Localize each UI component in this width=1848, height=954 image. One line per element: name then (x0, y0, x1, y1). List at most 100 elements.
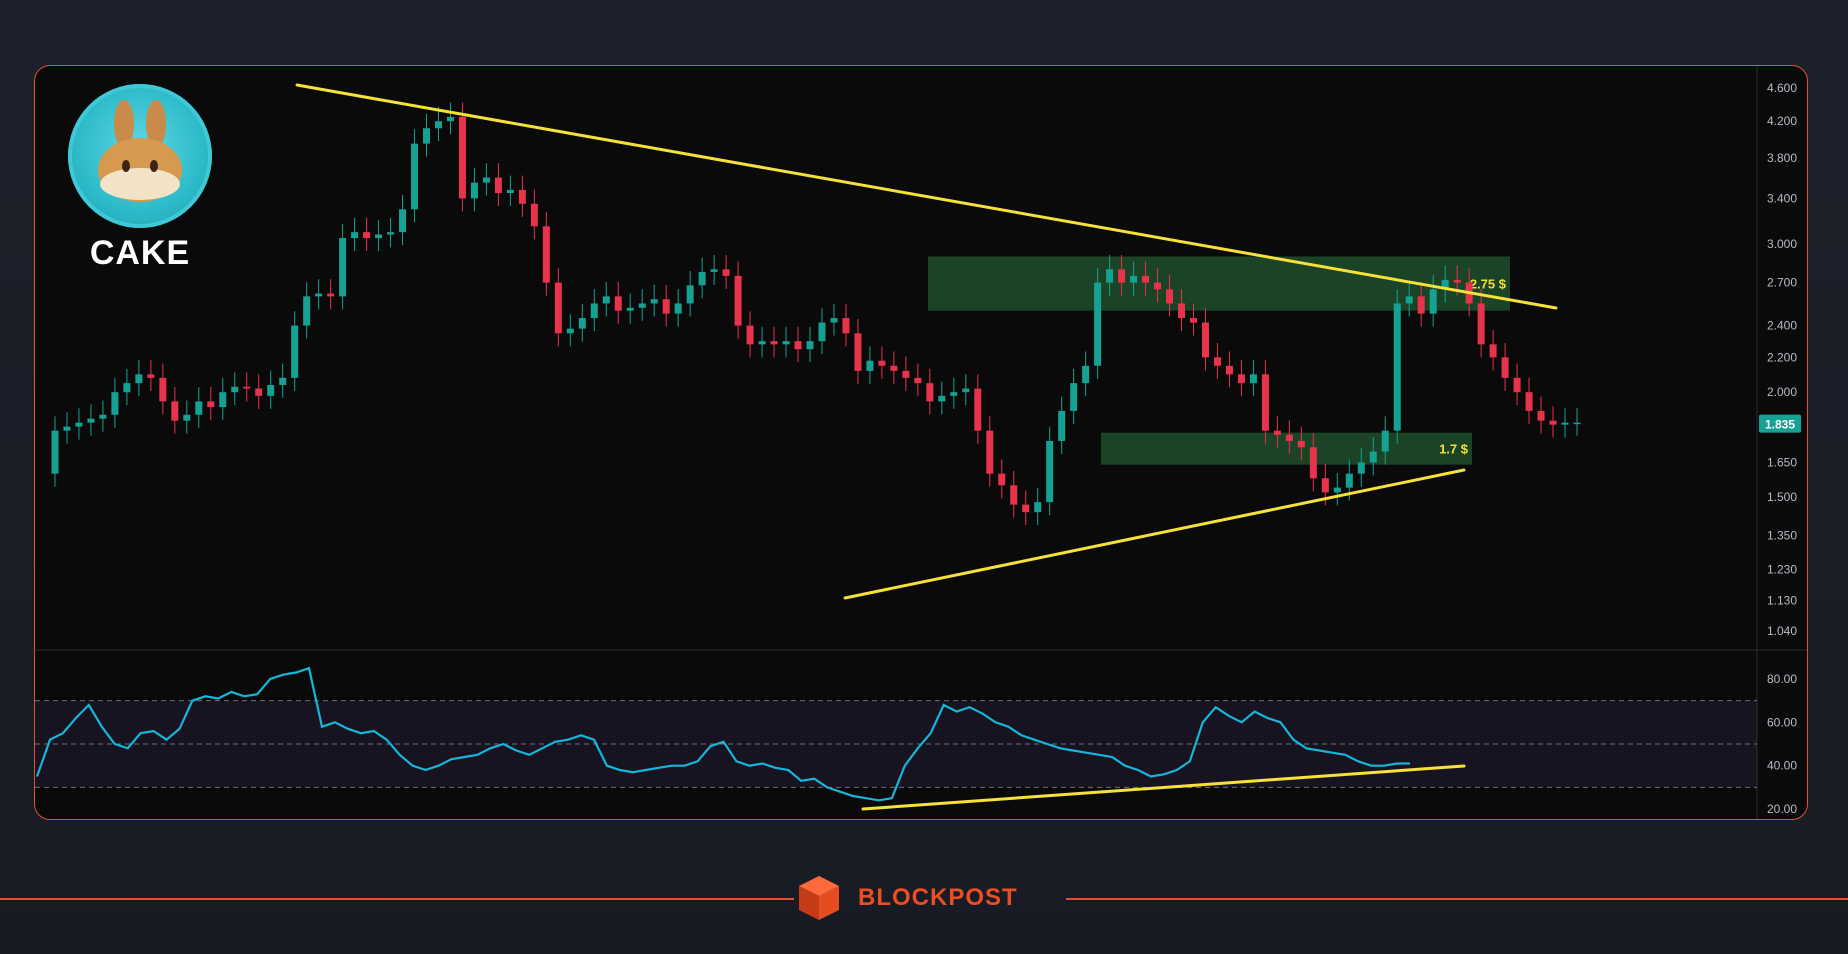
y-tick-label: 1.500 (1767, 490, 1797, 504)
candle-body (267, 384, 275, 396)
candle-body (1489, 344, 1497, 358)
candle-body (75, 422, 83, 427)
resistance-trendline (295, 83, 1558, 310)
candle-body (1190, 318, 1197, 323)
y-tick-label: 1.650 (1767, 455, 1797, 469)
candle-body (87, 418, 95, 423)
candle-body (1381, 430, 1389, 452)
candle-body (315, 293, 323, 297)
candle-body (602, 296, 610, 304)
candle-body (758, 341, 766, 345)
candle-body (1142, 275, 1150, 283)
candle-body (1525, 392, 1533, 411)
candle-body (614, 296, 622, 311)
candle-body (698, 271, 706, 286)
candle-body (111, 392, 119, 415)
last-price-label: 1.835 (1765, 418, 1795, 432)
y-tick-label: 1.040 (1767, 624, 1797, 638)
candle-body (1249, 374, 1257, 384)
candle-body (231, 386, 239, 393)
candle-body (662, 299, 670, 314)
candle-body (219, 392, 227, 408)
candle-body (1321, 478, 1329, 493)
candle-body (1201, 322, 1209, 358)
candle-body (1285, 434, 1293, 441)
candle-body (135, 374, 143, 384)
candle-body (842, 318, 850, 334)
y-tick-label: 3.000 (1767, 237, 1797, 251)
candle-body (387, 232, 395, 235)
rsi-tick-label: 20.00 (1767, 802, 1797, 816)
brand-name: BLOCKPOST (858, 884, 1018, 911)
support-trendline (843, 468, 1466, 600)
candle-body (686, 285, 694, 304)
candle-body (243, 386, 251, 389)
candle-body (866, 360, 874, 371)
brand-logo: BLOCKPOST (794, 875, 1018, 920)
candle-body (974, 388, 982, 431)
candle-body (1237, 374, 1245, 384)
candle-body (1106, 269, 1114, 283)
candle-body (506, 189, 514, 194)
y-tick-label: 3.800 (1767, 151, 1797, 165)
candle-body (638, 303, 646, 308)
candle-body (1297, 440, 1305, 448)
candle-body (518, 189, 526, 204)
asset-name: CAKE (89, 234, 191, 272)
y-tick-label: 1.230 (1767, 563, 1797, 577)
candle-body (1453, 279, 1461, 283)
candle-body (1225, 365, 1233, 375)
candle-body (1070, 383, 1078, 411)
level-label: 1.7 $ (1439, 442, 1469, 457)
candle-body (470, 182, 478, 199)
candle-body (1537, 410, 1545, 421)
candle-body (794, 341, 802, 350)
candle-body (854, 333, 862, 371)
candle-body (1118, 269, 1126, 283)
candle-body (806, 341, 814, 350)
candle-body (914, 377, 922, 384)
y-tick-label: 2.000 (1767, 385, 1797, 399)
candle-body (1333, 487, 1341, 493)
candle-body (1130, 275, 1138, 283)
candle-body (1261, 374, 1269, 431)
candle-body (1022, 504, 1030, 513)
candle-body (171, 401, 179, 421)
candle-body (722, 269, 730, 276)
candle-body (674, 303, 682, 314)
candle-body (650, 299, 658, 304)
candle-body (255, 388, 263, 396)
candle-body (1154, 282, 1162, 290)
candle-body (123, 383, 131, 393)
candle-body (1417, 296, 1425, 314)
candle-body (1477, 303, 1485, 345)
candle-body (1273, 430, 1281, 435)
candle-body (734, 275, 742, 326)
y-tick-label: 2.700 (1767, 276, 1797, 290)
candle-body (1561, 422, 1569, 425)
candle-body (1393, 303, 1401, 431)
candle-body (1094, 282, 1102, 366)
candle-body (51, 430, 59, 474)
candle-body (195, 401, 203, 415)
footer-brand-bar: BLOCKPOST (0, 875, 1848, 920)
candle-body (1082, 365, 1090, 384)
candle-body (434, 121, 442, 129)
candle-body (147, 374, 155, 378)
candle-body (63, 426, 71, 431)
candle-body (566, 328, 574, 334)
candle-body (590, 303, 598, 319)
rsi-tick-label: 60.00 (1767, 715, 1797, 729)
candle-body (1405, 296, 1413, 304)
candle-body (530, 203, 538, 227)
price-chart[interactable]: 2.75 $ 1.7 $ 4.600 4.200 3.800 3.400 3.000 2.7… (35, 66, 1808, 820)
candle-body (1573, 422, 1581, 425)
candle-body (902, 370, 910, 378)
candle-body (351, 232, 359, 239)
candle-body (926, 383, 934, 402)
candle-body (986, 430, 994, 474)
candle-body (1058, 410, 1066, 441)
candle-body (818, 322, 826, 342)
candle-body (710, 269, 718, 272)
candle-body (782, 341, 790, 345)
